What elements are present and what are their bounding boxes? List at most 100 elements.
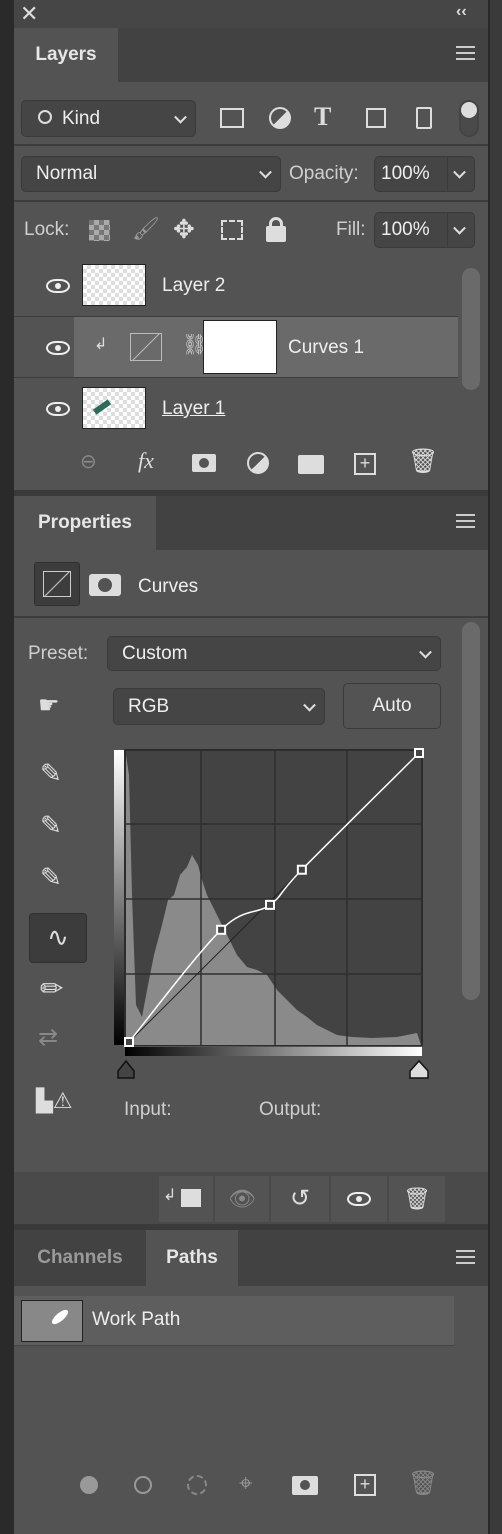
lock-artboard-icon[interactable]	[221, 220, 243, 240]
fill-chevron-icon[interactable]	[453, 221, 466, 235]
group-folder-icon[interactable]	[298, 455, 324, 474]
smooth-curve-icon[interactable]: ⇄	[38, 1026, 58, 1050]
delete-path-icon[interactable]: 🗑	[408, 1472, 438, 1496]
smart-object-filter-icon[interactable]	[416, 107, 432, 129]
properties-menu-icon[interactable]	[456, 514, 475, 528]
link-layers-icon[interactable]: ⊖	[80, 452, 97, 472]
tab-layers[interactable]: Layers	[14, 28, 118, 82]
curve-control-point[interactable]	[296, 864, 307, 875]
visibility-eye-icon[interactable]	[46, 279, 70, 293]
divider	[14, 200, 488, 202]
chevron-down-icon	[303, 698, 316, 712]
layer-name[interactable]: Layer 2	[162, 275, 225, 297]
lock-move-icon[interactable]: ✥	[173, 216, 195, 242]
fill-label: Fill:	[336, 219, 366, 240]
view-previous-state-icon[interactable]: 👁	[215, 1176, 269, 1222]
layers-menu-icon[interactable]	[456, 46, 475, 60]
adjustment-layer-icon[interactable]	[247, 452, 269, 474]
preset-dropdown[interactable]: Custom	[107, 636, 441, 671]
make-work-path-icon[interactable]: ⌖	[239, 1472, 253, 1496]
lock-all-icon[interactable]	[266, 217, 286, 242]
path-thumbnail	[21, 1300, 83, 1342]
image-filter-icon[interactable]	[220, 108, 244, 128]
white-point-eyedropper-icon[interactable]: ✎	[40, 864, 62, 890]
load-as-selection-icon[interactable]	[187, 1475, 207, 1495]
curve-control-point[interactable]	[414, 748, 424, 758]
fill-field[interactable]: 100%	[374, 212, 475, 248]
layer-name[interactable]: Layer 1	[162, 398, 225, 420]
stroke-path-icon[interactable]	[134, 1476, 152, 1494]
black-point-eyedropper-icon[interactable]: ✎	[40, 760, 62, 786]
fill-value: 100%	[381, 219, 430, 240]
channel-dropdown[interactable]: RGB	[113, 688, 325, 725]
lock-transparency-icon[interactable]	[89, 220, 110, 241]
trash-icon[interactable]: 🗑	[408, 450, 438, 474]
curve-control-point[interactable]	[265, 899, 276, 910]
path-row[interactable]: Work Path	[14, 1296, 454, 1346]
clip-to-layer-button[interactable]: ↲	[159, 1176, 213, 1222]
fx-icon[interactable]: fx	[138, 450, 154, 472]
fill-path-icon[interactable]	[80, 1476, 98, 1494]
tab-channels[interactable]: Channels	[14, 1230, 146, 1286]
curves-adjustment-icon	[130, 333, 162, 361]
clipping-arrow-icon: ↲	[94, 336, 108, 353]
white-point-slider[interactable]	[409, 1059, 429, 1079]
tab-paths[interactable]: Paths	[146, 1230, 238, 1286]
visibility-eye-icon[interactable]	[46, 402, 70, 416]
channel-value: RGB	[128, 695, 170, 717]
layers-scrollbar[interactable]	[462, 268, 480, 390]
opacity-chevron-icon[interactable]	[453, 165, 466, 179]
mask-properties-icon[interactable]	[89, 574, 121, 596]
auto-button[interactable]: Auto	[343, 683, 441, 729]
pencil-draw-icon[interactable]: ✏	[40, 975, 63, 1003]
chevron-down-icon	[419, 645, 432, 659]
shape-filter-icon[interactable]	[366, 108, 386, 128]
curves-graph[interactable]	[112, 745, 434, 1085]
lock-label: Lock:	[24, 219, 70, 240]
search-icon	[38, 110, 52, 124]
adjustment-title: Curves	[138, 576, 199, 597]
opacity-value: 100%	[381, 163, 430, 184]
adjustment-filter-icon[interactable]	[269, 107, 291, 129]
type-filter-icon[interactable]: T	[314, 104, 331, 130]
layer-row-selected[interactable]: ↲ ⛓ Curves 1	[14, 317, 458, 378]
curve-points-tool-icon[interactable]: ∿	[29, 913, 87, 963]
properties-scrollbar[interactable]	[462, 622, 480, 1000]
preset-label: Preset:	[28, 643, 89, 664]
preset-value: Custom	[122, 642, 188, 664]
add-mask-icon[interactable]	[292, 1476, 318, 1495]
curve-control-point[interactable]	[216, 924, 227, 935]
curves-adjustment-tab-icon[interactable]	[34, 562, 80, 606]
curve-control-point[interactable]	[124, 1037, 134, 1047]
clipping-warning-icon[interactable]: ▙⚠	[36, 1090, 73, 1112]
divider	[14, 616, 488, 618]
on-image-adjustment-icon[interactable]: ☛	[38, 694, 60, 718]
add-mask-icon[interactable]	[192, 454, 216, 472]
reset-icon[interactable]: ↺	[271, 1176, 329, 1222]
close-icon[interactable]: ✕	[20, 3, 38, 25]
delete-adjustment-icon[interactable]: 🗑	[389, 1176, 445, 1222]
layer-name[interactable]: Curves 1	[288, 337, 364, 359]
collapse-icon[interactable]: ‹‹	[456, 4, 467, 20]
toggle-visibility-button[interactable]	[331, 1176, 387, 1222]
blend-mode-dropdown[interactable]: Normal	[21, 156, 281, 192]
new-layer-icon[interactable]: +	[354, 453, 376, 475]
lock-paint-brush-icon[interactable]: 🖌	[132, 218, 160, 240]
gray-point-eyedropper-icon[interactable]: ✎	[40, 812, 62, 838]
input-gradient-bar	[125, 1047, 422, 1056]
output-label: Output:	[259, 1099, 322, 1120]
visibility-eye-icon[interactable]	[46, 341, 70, 355]
layer-row[interactable]: Layer 2	[14, 255, 458, 317]
opacity-field[interactable]: 100%	[374, 156, 475, 192]
path-name[interactable]: Work Path	[92, 1309, 180, 1331]
black-point-slider[interactable]	[117, 1059, 135, 1079]
output-gradient-bar	[114, 750, 124, 1045]
layer-mask-thumbnail[interactable]	[203, 320, 277, 374]
chevron-down-icon	[174, 110, 187, 124]
divider	[14, 144, 488, 146]
filter-toggle[interactable]	[459, 100, 479, 137]
paths-menu-icon[interactable]	[456, 1250, 475, 1264]
layer-row[interactable]: Layer 1	[14, 378, 458, 438]
tab-properties[interactable]: Properties	[14, 496, 156, 550]
new-path-icon[interactable]: +	[354, 1474, 376, 1496]
